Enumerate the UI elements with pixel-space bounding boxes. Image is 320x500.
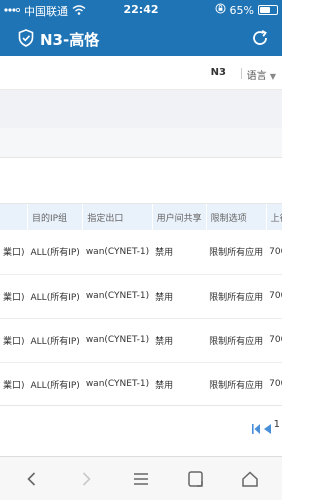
- cell-dest-ip: ALL(所有IP): [30, 336, 80, 347]
- col-header-dest-ip: 目的IP组: [27, 204, 84, 230]
- device-name: N3: [210, 67, 226, 78]
- cell-share: 禁用: [155, 380, 174, 391]
- language-select[interactable]: 语言 ▼: [247, 67, 276, 82]
- status-bar: 中国联通 22:42 65%: [0, 0, 282, 20]
- rotation-lock-icon: [215, 3, 226, 17]
- pagination: 1: [251, 414, 282, 434]
- cell-upload: 700: [269, 379, 282, 389]
- action-row: [0, 158, 282, 204]
- divider: [241, 68, 242, 79]
- cell-share: 禁用: [155, 248, 174, 259]
- cell-limit: 限制所有应用: [209, 292, 264, 303]
- app-title: N3-高恪: [40, 31, 100, 49]
- cell-dest-ip: ALL(所有IP): [30, 380, 80, 391]
- battery-icon: [258, 5, 278, 15]
- table-row[interactable]: 業口) ALL(所有IP) wan(CYNET-1) 禁用 限制所有应用 700: [0, 362, 282, 405]
- menu-icon[interactable]: [131, 469, 151, 489]
- cell-exit: wan(CYNET-1): [85, 335, 150, 345]
- cell-limit: 限制所有应用: [209, 336, 264, 347]
- battery-fill: [260, 7, 271, 13]
- col-header-limit: 限制选项: [206, 204, 267, 230]
- back-icon[interactable]: [22, 469, 42, 489]
- cell-upload: 700: [269, 335, 282, 345]
- col-header-source: [0, 204, 29, 230]
- prev-page-icon[interactable]: [263, 419, 271, 434]
- cell-exit: wan(CYNET-1): [85, 246, 150, 257]
- cell-share: 禁用: [155, 292, 174, 303]
- cell-source: 業口): [3, 292, 25, 303]
- cell-source: 業口): [3, 248, 25, 259]
- tabs-icon[interactable]: [186, 469, 206, 489]
- cell-dest-ip: ALL(所有IP): [30, 248, 80, 259]
- sub-header: N3 语言 ▼: [0, 56, 282, 90]
- refresh-icon[interactable]: [250, 28, 270, 48]
- cell-upload: 700: [269, 246, 282, 257]
- home-icon[interactable]: [240, 469, 260, 489]
- table-row[interactable]: 業口) ALL(所有IP) wan(CYNET-1) 禁用 限制所有应用 700: [0, 318, 282, 362]
- filter-row: [0, 128, 282, 158]
- language-label: 语言: [246, 71, 267, 82]
- cell-source: 業口): [3, 336, 25, 347]
- table-row[interactable]: 業口) ALL(所有IP) wan(CYNET-1) 禁用 限制所有应用 700: [0, 274, 282, 318]
- rules-table: 目的IP组 指定出口 用户间共享 限制选项 上行 業口) ALL(所有IP) w…: [0, 204, 282, 405]
- col-header-share: 用户间共享: [152, 204, 207, 230]
- col-header-exit: 指定出口: [82, 204, 153, 230]
- cell-exit: wan(CYNET-1): [85, 291, 150, 301]
- table-row[interactable]: 業口) ALL(所有IP) wan(CYNET-1) 禁用 限制所有应用 700: [0, 230, 282, 274]
- cell-share: 禁用: [155, 336, 174, 347]
- app-bar: N3-高恪: [0, 20, 282, 56]
- status-right: 65%: [215, 3, 278, 17]
- battery-percent: 65%: [229, 3, 254, 17]
- col-header-upload: 上行: [266, 204, 282, 230]
- table-header-row: 目的IP组 指定出口 用户间共享 限制选项 上行: [0, 204, 282, 230]
- cell-exit: wan(CYNET-1): [85, 379, 150, 389]
- shield-logo-icon: [16, 28, 36, 48]
- browser-toolbar: [0, 456, 282, 500]
- current-page[interactable]: 1: [274, 419, 280, 430]
- forward-icon[interactable]: [76, 469, 96, 489]
- cell-limit: 限制所有应用: [209, 380, 264, 391]
- toolbar-area: [0, 90, 282, 128]
- rules-table-container[interactable]: 目的IP组 指定出口 用户间共享 限制选项 上行 業口) ALL(所有IP) w…: [0, 204, 282, 406]
- cell-upload: 700: [269, 291, 282, 301]
- cell-limit: 限制所有应用: [209, 248, 264, 259]
- cell-source: 業口): [3, 380, 25, 391]
- chevron-down-icon: ▼: [269, 72, 276, 81]
- first-page-icon[interactable]: [251, 419, 260, 434]
- cell-dest-ip: ALL(所有IP): [30, 292, 80, 303]
